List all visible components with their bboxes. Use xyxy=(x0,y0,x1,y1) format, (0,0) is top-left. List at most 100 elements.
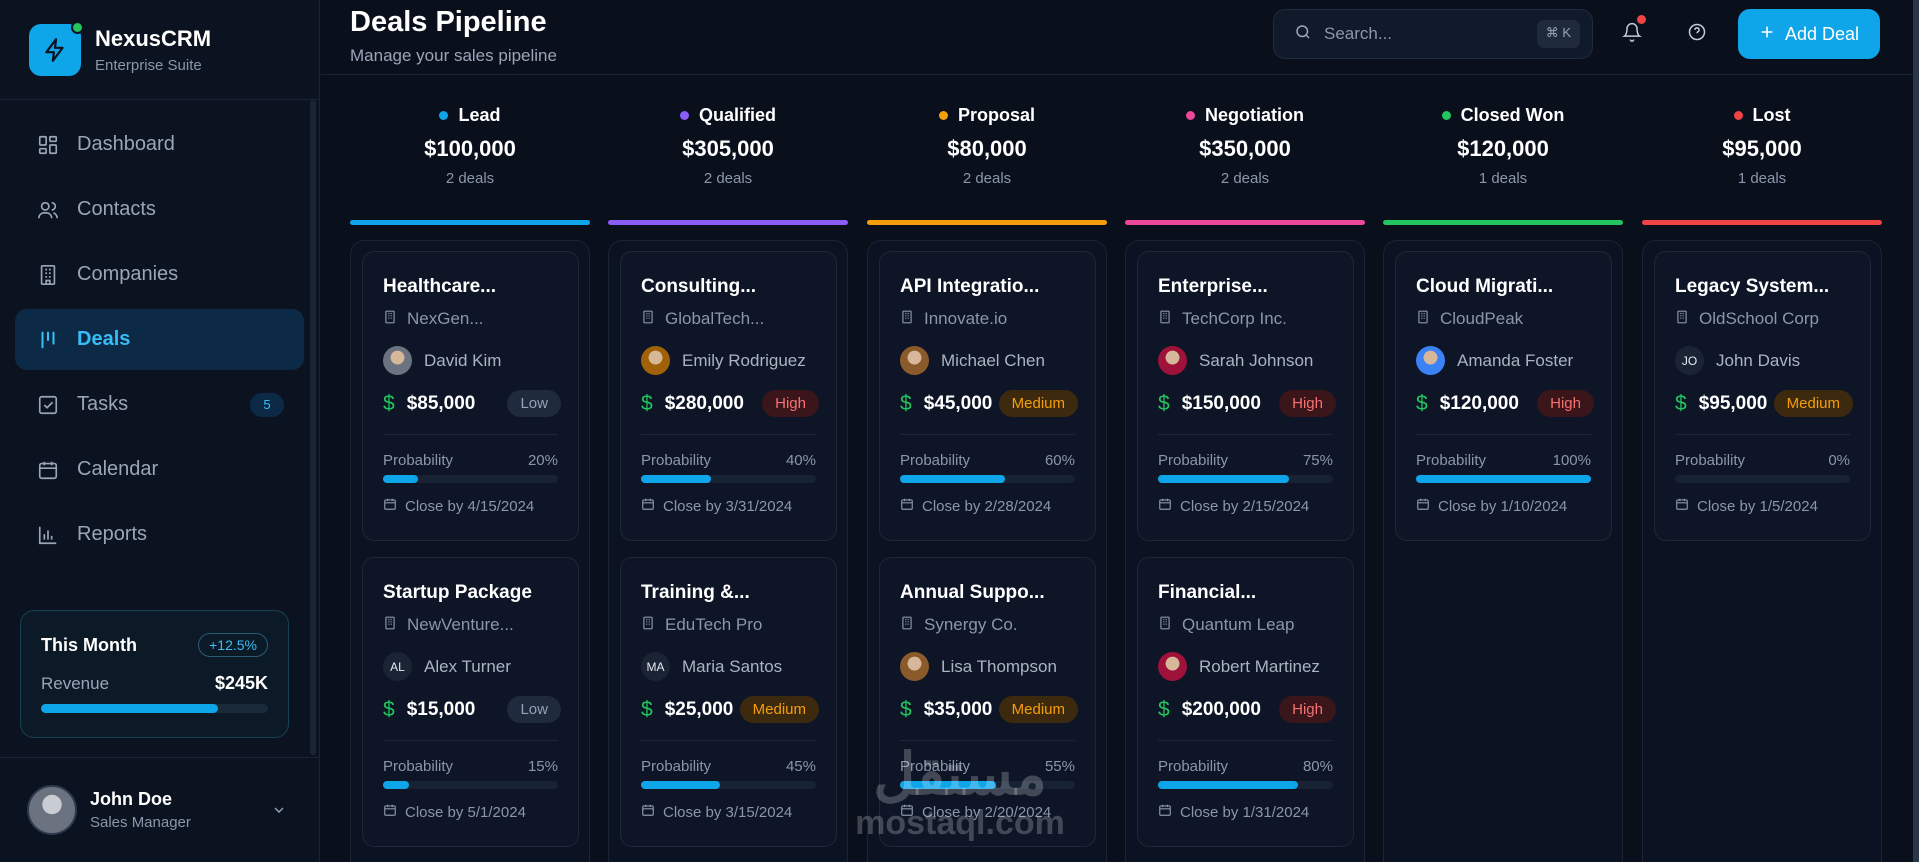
help-button[interactable] xyxy=(1680,17,1714,51)
probability-label: Probability xyxy=(383,452,454,469)
avatar xyxy=(900,652,929,681)
divider xyxy=(1675,434,1850,435)
pipeline-column: Enterprise... TechCorp Inc. Sarah Johnson $… xyxy=(1125,240,1365,862)
page-scrollbar[interactable] xyxy=(1913,0,1919,862)
search-input[interactable]: Search... ⌘ K xyxy=(1273,9,1593,59)
deal-card[interactable]: Training &... EduTech Pro MA Maria Santos $ $… xyxy=(620,557,837,847)
divider xyxy=(900,434,1075,435)
avatar: AL xyxy=(383,652,412,681)
add-deal-button[interactable]: Add Deal xyxy=(1738,9,1880,59)
deal-card[interactable]: Financial... Quantum Leap Robert Martinez $… xyxy=(1137,557,1354,847)
deal-company: EduTech Pro xyxy=(665,615,763,634)
sidebar-item-dashboard[interactable]: Dashboard xyxy=(15,114,304,175)
user-profile[interactable]: John Doe Sales Manager xyxy=(0,757,320,862)
stage-name: Qualified xyxy=(698,105,776,125)
deal-card[interactable]: Annual Suppo... Synergy Co. Lisa Thompson $… xyxy=(879,557,1096,847)
deal-card[interactable]: Legacy System... OldSchool Corp JO John Dav… xyxy=(1654,251,1871,541)
deal-company: NexGen... xyxy=(407,309,484,328)
probability-bar xyxy=(641,475,816,483)
building-icon xyxy=(1158,615,1172,635)
deal-company: CloudPeak xyxy=(1440,309,1524,328)
deal-contact: Sarah Johnson xyxy=(1199,350,1314,370)
sidebar-item-contacts[interactable]: Contacts xyxy=(15,179,304,240)
revenue-label: Revenue xyxy=(41,673,110,693)
sidebar-item-reports[interactable]: Reports xyxy=(15,504,304,565)
calendar-icon xyxy=(900,497,914,515)
deal-amount: $15,000 xyxy=(406,699,476,720)
close-date: Close by 2/28/2024 xyxy=(922,497,1052,515)
deal-amount: $120,000 xyxy=(1439,393,1519,414)
calendar-icon xyxy=(1158,497,1172,515)
month-title: This Month xyxy=(41,634,137,655)
deal-card[interactable]: Enterprise... TechCorp Inc. Sarah Johnson $… xyxy=(1137,251,1354,541)
stage-total: $120,000 xyxy=(1457,136,1549,161)
deal-card[interactable]: Startup Package NewVenture... AL Alex Turne… xyxy=(362,557,579,847)
revenue-value: $245K xyxy=(214,673,268,693)
sidebar-scrollbar[interactable] xyxy=(310,100,316,755)
stage-color-bar xyxy=(350,220,590,225)
sidebar-item-deals[interactable]: Deals xyxy=(15,309,304,370)
brand[interactable]: NexusCRM Enterprise Suite xyxy=(0,0,319,100)
deal-card[interactable]: Healthcare... NexGen... David Kim $ $85,000 L… xyxy=(362,251,579,541)
sidebar-item-calendar[interactable]: Calendar xyxy=(15,439,304,500)
probability-fill xyxy=(900,475,1005,483)
column-header-4: Closed Won $120,000 1 deals xyxy=(1383,105,1623,187)
stage-color-dot xyxy=(1441,111,1451,120)
probability-value: 40% xyxy=(785,452,816,469)
dollar-icon: $ xyxy=(900,392,912,415)
close-date: Close by 1/10/2024 xyxy=(1438,497,1568,515)
building-icon xyxy=(1416,309,1430,329)
probability-label: Probability xyxy=(1675,452,1746,469)
probability-fill xyxy=(1158,475,1290,483)
stage-total: $305,000 xyxy=(682,136,774,161)
probability-value: 80% xyxy=(1302,758,1333,775)
divider xyxy=(641,740,816,741)
pipeline-column: Cloud Migrati... CloudPeak Amanda Foster $ $… xyxy=(1383,240,1623,862)
deal-card[interactable]: API Integratio... Innovate.io Michael Chen… xyxy=(879,251,1096,541)
probability-fill xyxy=(641,475,711,483)
divider xyxy=(1158,740,1333,741)
deal-contact: Michael Chen xyxy=(941,350,1045,370)
probability-label: Probability xyxy=(641,758,712,775)
deal-title: Healthcare... xyxy=(383,276,496,297)
column-header-1: Qualified $305,000 2 deals xyxy=(608,105,848,187)
stage-name: Closed Won xyxy=(1460,105,1565,125)
building-icon xyxy=(35,262,61,288)
deal-title: Enterprise... xyxy=(1158,276,1268,297)
deal-contact: John Davis xyxy=(1716,350,1801,370)
avatar xyxy=(641,346,670,375)
sidebar-item-label: Deals xyxy=(77,328,131,350)
sidebar-item-companies[interactable]: Companies xyxy=(15,244,304,305)
close-date: Close by 1/5/2024 xyxy=(1697,497,1818,515)
deal-amount: $85,000 xyxy=(406,393,476,414)
probability-bar xyxy=(1158,475,1333,483)
chevron-down-icon[interactable] xyxy=(271,802,287,823)
bell-icon xyxy=(1622,22,1642,47)
users-icon xyxy=(35,197,61,223)
deal-title: Annual Suppo... xyxy=(900,582,1045,603)
stage-color-dot xyxy=(679,111,689,120)
sidebar-item-tasks[interactable]: Tasks 5 xyxy=(15,374,304,435)
dollar-icon: $ xyxy=(900,698,912,721)
dollar-icon: $ xyxy=(1675,392,1687,415)
stage-color-dot xyxy=(938,111,948,120)
sidebar-item-label: Companies xyxy=(77,263,179,285)
probability-fill xyxy=(641,781,720,789)
deal-title: Training &... xyxy=(641,582,750,603)
deal-title: Startup Package xyxy=(383,582,532,603)
page-title: Deals Pipeline xyxy=(350,6,547,38)
building-icon xyxy=(1158,309,1172,329)
building-icon xyxy=(641,309,655,329)
calendar-icon xyxy=(641,803,655,821)
probability-value: 45% xyxy=(785,758,816,775)
deal-company: GlobalTech... xyxy=(665,309,765,328)
pipeline-column: Consulting... GlobalTech... Emily Rodrigue… xyxy=(608,240,848,862)
month-change-badge: +12.5% xyxy=(198,633,268,657)
probability-fill xyxy=(383,475,418,483)
deal-title: Consulting... xyxy=(641,276,757,297)
deal-card[interactable]: Consulting... GlobalTech... Emily Rodrigue… xyxy=(620,251,837,541)
column-header-3: Negotiation $350,000 2 deals xyxy=(1125,105,1365,187)
stage-name: Negotiation xyxy=(1205,105,1304,125)
deal-card[interactable]: Cloud Migrati... CloudPeak Amanda Foster $ $… xyxy=(1395,251,1612,541)
notifications-button[interactable] xyxy=(1615,15,1649,51)
